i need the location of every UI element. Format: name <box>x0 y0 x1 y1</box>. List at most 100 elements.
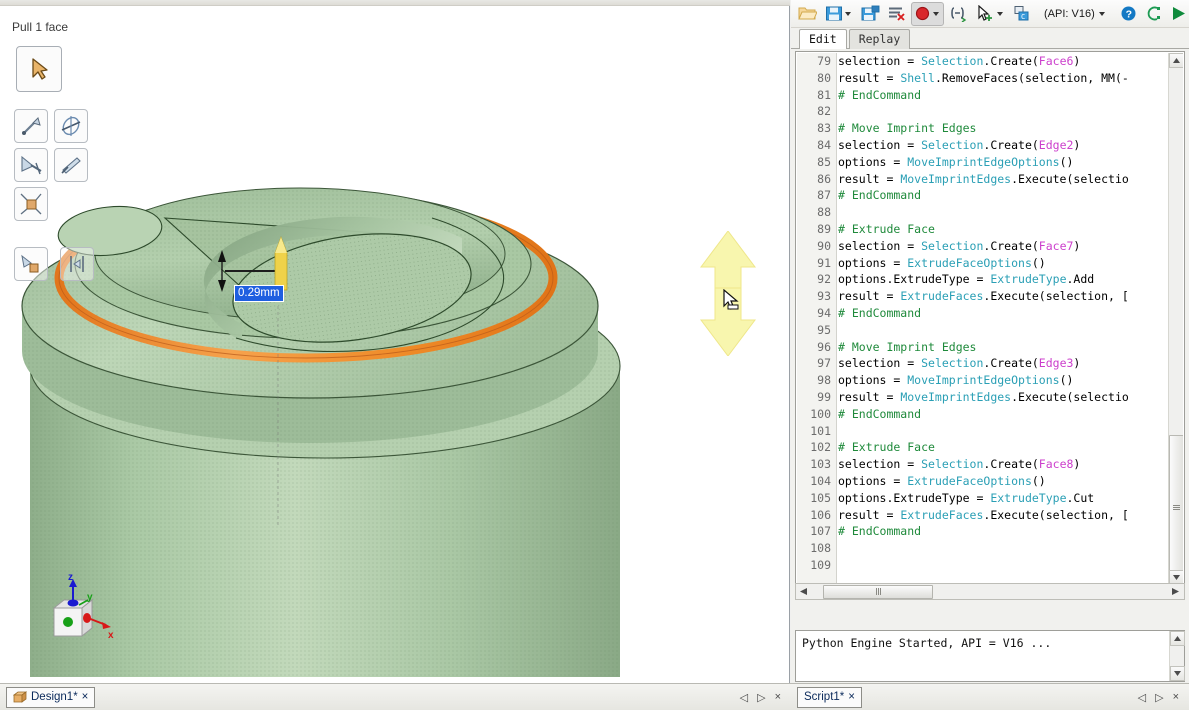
console-scroll-down-arrow[interactable] <box>1170 666 1185 681</box>
code-line[interactable]: # EndCommand <box>838 305 1167 322</box>
code-line[interactable] <box>838 540 1167 557</box>
code-line[interactable]: selection = Selection.Create(Edge2) <box>838 137 1167 154</box>
code-line[interactable]: selection = Selection.Create(Face7) <box>838 238 1167 255</box>
fill-tool-button[interactable] <box>14 148 48 182</box>
code-line[interactable]: # Move Imprint Edges <box>838 339 1167 356</box>
debug-button[interactable] <box>1142 2 1165 26</box>
code-line[interactable]: options.ExtrudeType = ExtrudeType.Cut <box>838 490 1167 507</box>
script-document-tabbar: Script1* × ◁ ▷ × <box>791 683 1189 710</box>
run-button[interactable] <box>1167 2 1189 26</box>
insert-snippet-button[interactable] <box>946 2 971 26</box>
help-button[interactable]: ? <box>1117 2 1140 26</box>
api-chevron-down-icon[interactable] <box>1099 12 1105 16</box>
code-line[interactable]: selection = Selection.Create(Face6) <box>838 53 1167 70</box>
code-line[interactable]: result = Shell.RemoveFaces(selection, MM… <box>838 70 1167 87</box>
editor-horizontal-scrollbar[interactable] <box>795 583 1185 600</box>
code-line[interactable]: # EndCommand <box>838 406 1167 423</box>
doctab-design1[interactable]: Design1* × <box>6 687 95 708</box>
doctab-script1[interactable]: Script1* × <box>797 687 862 708</box>
console-scroll-up-arrow[interactable] <box>1170 631 1185 646</box>
code-line[interactable] <box>838 557 1167 574</box>
code-line[interactable]: result = ExtrudeFaces.Execute(selection,… <box>838 288 1167 305</box>
code-line[interactable] <box>838 204 1167 221</box>
axis-label-y: y <box>87 592 93 603</box>
record-button[interactable] <box>911 2 944 26</box>
code-line[interactable]: result = ExtrudeFaces.Execute(selection,… <box>838 507 1167 524</box>
console-message: Python Engine Started, API = V16 ... <box>802 636 1051 650</box>
code-line[interactable]: # EndCommand <box>838 87 1167 104</box>
editor-vertical-scrollbar[interactable] <box>1168 53 1183 585</box>
pull-tool-button[interactable] <box>14 109 48 143</box>
code-line[interactable]: # EndCommand <box>838 187 1167 204</box>
extend-tool-button[interactable] <box>60 247 94 281</box>
code-line[interactable]: result = MoveImprintEdges.Execute(select… <box>838 389 1167 406</box>
move-tool-button[interactable] <box>54 109 88 143</box>
design-close-button[interactable]: × <box>775 691 781 703</box>
console-output-panel[interactable]: Python Engine Started, API = V16 ... <box>795 630 1185 682</box>
record-circle-icon <box>914 5 931 22</box>
dimension-value-input[interactable]: 0.29mm <box>234 285 284 302</box>
code-text-area[interactable]: selection = Selection.Create(Face6)resul… <box>838 53 1167 585</box>
open-script-button[interactable] <box>795 2 820 26</box>
code-line[interactable]: options = MoveImprintEdgeOptions() <box>838 154 1167 171</box>
script-prev-button[interactable]: ◁ <box>1138 691 1146 704</box>
tab-edit[interactable]: Edit <box>799 29 847 49</box>
code-line[interactable]: # Move Imprint Edges <box>838 120 1167 137</box>
doctab-script-close[interactable]: × <box>848 691 855 703</box>
scroll-up-arrow[interactable] <box>1169 53 1183 68</box>
code-line[interactable]: options = ExtrudeFaceOptions() <box>838 255 1167 272</box>
script-close-button[interactable]: × <box>1173 691 1179 703</box>
code-line[interactable]: options.ExtrudeType = ExtrudeType.Add <box>838 271 1167 288</box>
editor-scroll-thumb[interactable] <box>1169 435 1183 579</box>
script-next-button[interactable]: ▷ <box>1155 691 1163 704</box>
code-line[interactable]: options = ExtrudeFaceOptions() <box>838 473 1167 490</box>
3d-viewport[interactable]: 0.29mm Pull 1 face <box>0 6 789 677</box>
add-selection-button[interactable] <box>973 2 1008 26</box>
combine-tool-button[interactable] <box>54 148 88 182</box>
chevron-down-icon[interactable] <box>997 12 1003 16</box>
svg-text:C: C <box>1021 13 1025 21</box>
solid-block-icon <box>13 691 27 704</box>
line-number: 82 <box>797 103 836 120</box>
code-line[interactable] <box>838 423 1167 440</box>
design-next-button[interactable]: ▷ <box>757 691 765 704</box>
code-line[interactable] <box>838 322 1167 339</box>
chevron-down-icon[interactable] <box>845 12 851 16</box>
doctab-design-close[interactable]: × <box>82 691 89 703</box>
hscroll-thumb[interactable] <box>823 585 933 599</box>
line-number: 98 <box>797 372 836 389</box>
line-number: 94 <box>797 305 836 322</box>
cursor-plus-icon <box>976 5 995 22</box>
copy-ref-icon: C <box>1013 5 1031 22</box>
scroll-right-arrow[interactable] <box>1172 588 1179 595</box>
save-script-button[interactable] <box>822 2 856 26</box>
code-line[interactable]: selection = Selection.Create(Edge3) <box>838 355 1167 372</box>
tab-replay[interactable]: Replay <box>849 29 911 49</box>
copy-reference-button[interactable]: C <box>1010 2 1034 26</box>
code-line[interactable]: selection = Selection.Create(Face8) <box>838 456 1167 473</box>
scroll-left-arrow[interactable] <box>800 588 807 595</box>
split-body-icon <box>19 192 43 216</box>
save-as-button[interactable] <box>858 2 883 26</box>
code-line[interactable] <box>838 103 1167 120</box>
line-number: 90 <box>797 238 836 255</box>
code-line[interactable]: # EndCommand <box>838 523 1167 540</box>
select-tool-button[interactable] <box>16 46 62 92</box>
design-prev-button[interactable]: ◁ <box>740 691 748 704</box>
console-scrollbar[interactable] <box>1169 631 1184 681</box>
code-line[interactable]: # Extrude Face <box>838 221 1167 238</box>
folder-open-icon <box>798 5 817 22</box>
pull-arrow-icon <box>19 114 43 138</box>
code-line[interactable]: options = MoveImprintEdgeOptions() <box>838 372 1167 389</box>
code-editor[interactable]: 7980818283848586878889909192939495969798… <box>795 51 1185 587</box>
line-number: 88 <box>797 204 836 221</box>
code-line[interactable]: result = MoveImprintEdges.Execute(select… <box>838 171 1167 188</box>
line-number: 80 <box>797 70 836 87</box>
line-number: 101 <box>797 423 836 440</box>
split-body-tool-button[interactable] <box>14 187 48 221</box>
chevron-down-icon[interactable] <box>933 12 939 16</box>
code-line[interactable]: # Extrude Face <box>838 439 1167 456</box>
axis-triad[interactable]: z x y <box>32 574 116 652</box>
pull-direction-tool-button[interactable] <box>14 247 48 281</box>
clear-script-button[interactable] <box>885 2 909 26</box>
